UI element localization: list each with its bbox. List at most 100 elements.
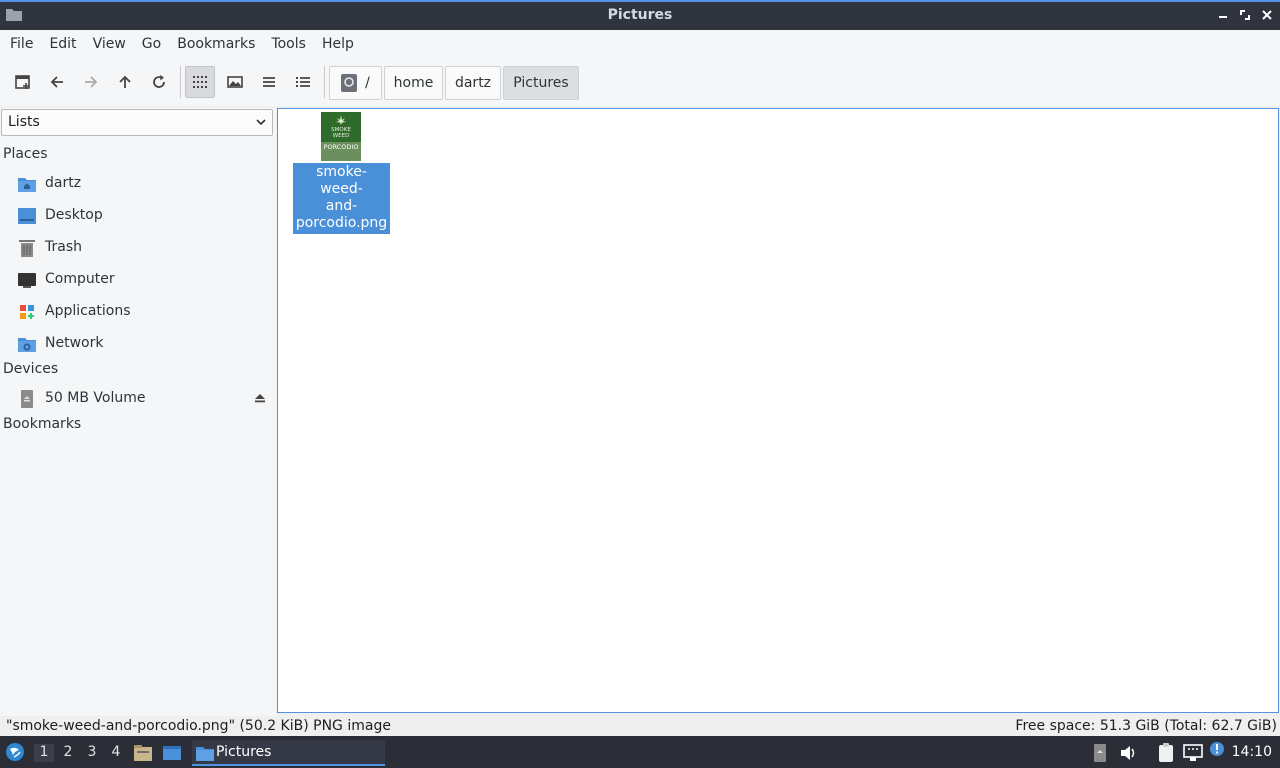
alert-icon [1210, 742, 1224, 756]
minimize-button[interactable] [1216, 7, 1230, 23]
eject-icon[interactable] [254, 390, 266, 410]
taskbar: 1 2 3 4 Pictures 14:10 [0, 736, 1280, 768]
drive-icon [1094, 744, 1106, 762]
breadcrumb-label: Pictures [513, 75, 569, 91]
network-icon [18, 338, 36, 352]
drive-root-icon [341, 74, 358, 92]
breadcrumb-home[interactable]: home [384, 66, 443, 100]
computer-icon [18, 273, 36, 288]
maximize-icon [1240, 10, 1250, 20]
menu-bookmarks[interactable]: Bookmarks [169, 31, 263, 57]
sidebar-item-50mb-volume[interactable]: 50 MB Volume [0, 384, 276, 414]
taskbar-window-label: Pictures [216, 744, 272, 760]
file-name-line: smoke-weed- [316, 164, 367, 197]
show-desktop-icon [163, 746, 181, 760]
sidebar-item-label: Computer [45, 271, 115, 287]
menu-file[interactable]: File [2, 31, 41, 57]
reload-button[interactable] [144, 66, 174, 98]
menu-edit[interactable]: Edit [41, 31, 84, 57]
compact-view-button[interactable] [254, 66, 284, 98]
file-name-label: smoke-weed- and- porcodio.png [293, 163, 390, 234]
clock[interactable]: 14:10 [1232, 744, 1272, 760]
list-view-icon [263, 77, 275, 87]
breadcrumb-pictures[interactable]: Pictures [503, 66, 579, 100]
start-menu-button[interactable] [5, 742, 25, 762]
thumbnail-view-button[interactable] [220, 66, 250, 98]
speaker-icon [1121, 746, 1135, 760]
sidebar-item-desktop[interactable]: Desktop [0, 201, 276, 231]
sidebar-item-computer[interactable]: Computer [0, 265, 276, 295]
sidebar-item-label: 50 MB Volume [45, 390, 146, 406]
back-button[interactable] [42, 66, 72, 98]
workspace-2[interactable]: 2 [58, 744, 78, 762]
maximize-button[interactable] [1238, 7, 1252, 23]
chevron-down-icon [255, 110, 267, 144]
drive-icon [21, 390, 33, 408]
lxqt-logo-icon [6, 743, 24, 761]
status-free-space: Free space: 51.3 GiB (Total: 62.7 GiB) [1015, 718, 1277, 734]
menu-tools[interactable]: Tools [263, 31, 314, 57]
thumb-text-line: WEED [333, 133, 350, 139]
file-view[interactable]: SMOKE WEED PORCODIO smoke-weed- and- por… [277, 108, 1279, 713]
file-name-line: porcodio.png [295, 215, 388, 231]
breadcrumb-label: dartz [454, 75, 492, 91]
up-button[interactable] [110, 66, 140, 98]
sidebar-mode-select[interactable]: Lists [1, 109, 273, 136]
thumb-text-line: PORCODIO [324, 143, 359, 151]
tray-volume[interactable] [1118, 743, 1138, 763]
new-tab-icon [15, 75, 30, 89]
forward-button[interactable] [76, 66, 106, 98]
trash-icon [19, 240, 35, 257]
sidebar: Lists Places dartz Desktop Trash Compute… [0, 108, 276, 716]
sidebar-mode-value: Lists [8, 114, 40, 130]
places-header: Places [3, 146, 48, 162]
applications-icon [20, 305, 34, 319]
quicklaunch-desktop[interactable] [162, 743, 182, 763]
menu-help[interactable]: Help [314, 31, 362, 57]
bookmarks-header: Bookmarks [3, 416, 82, 432]
taskbar-window-pictures[interactable]: Pictures [192, 740, 385, 766]
arrow-left-icon [50, 76, 63, 88]
image-view-icon [227, 76, 243, 88]
tray-network[interactable] [1183, 743, 1203, 763]
workspace-1[interactable]: 1 [34, 744, 54, 762]
new-tab-button[interactable] [8, 66, 38, 98]
icon-view-button[interactable] [185, 66, 215, 98]
detailed-view-button[interactable] [288, 66, 318, 98]
sidebar-item-network[interactable]: Network [0, 329, 276, 359]
sidebar-item-trash[interactable]: Trash [0, 233, 276, 263]
quicklaunch-file-manager[interactable] [133, 743, 153, 763]
sidebar-item-applications[interactable]: Applications [0, 297, 276, 327]
clipboard-icon [1159, 743, 1173, 762]
file-name-line: and- [325, 198, 358, 214]
breadcrumb-dartz[interactable]: dartz [445, 66, 501, 100]
tray-clipboard[interactable] [1156, 743, 1176, 763]
close-icon [1262, 10, 1272, 20]
network-wired-icon [1183, 744, 1203, 761]
devices-header: Devices [3, 361, 59, 377]
menu-view[interactable]: View [85, 31, 134, 57]
tray-notification[interactable] [1207, 741, 1227, 761]
window-title: Pictures [607, 7, 673, 23]
title-bar[interactable]: Pictures [0, 0, 1280, 30]
minimize-icon [1219, 16, 1227, 18]
sidebar-item-dartz[interactable]: dartz [0, 169, 276, 199]
close-button[interactable] [1260, 7, 1274, 23]
menu-bar: File Edit View Go Bookmarks Tools Help [0, 30, 1280, 58]
tray-removable-drive[interactable] [1090, 743, 1110, 763]
arrow-right-icon [85, 76, 98, 88]
sidebar-item-label: Desktop [45, 207, 103, 223]
workspace-4[interactable]: 4 [106, 744, 126, 762]
file-manager-icon [134, 745, 152, 761]
detailed-list-icon [296, 77, 310, 87]
breadcrumb-label: home [393, 75, 434, 91]
workspace-3[interactable]: 3 [82, 744, 102, 762]
menu-go[interactable]: Go [134, 31, 169, 57]
desktop-icon [18, 208, 36, 224]
sidebar-item-label: Trash [45, 239, 82, 255]
breadcrumb-root-label: / [365, 75, 370, 91]
breadcrumb-root[interactable]: / [329, 66, 382, 100]
sidebar-item-label: Network [45, 335, 104, 351]
sidebar-item-label: Applications [45, 303, 131, 319]
status-selection-info: "smoke-weed-and-porcodio.png" (50.2 KiB)… [6, 718, 391, 734]
